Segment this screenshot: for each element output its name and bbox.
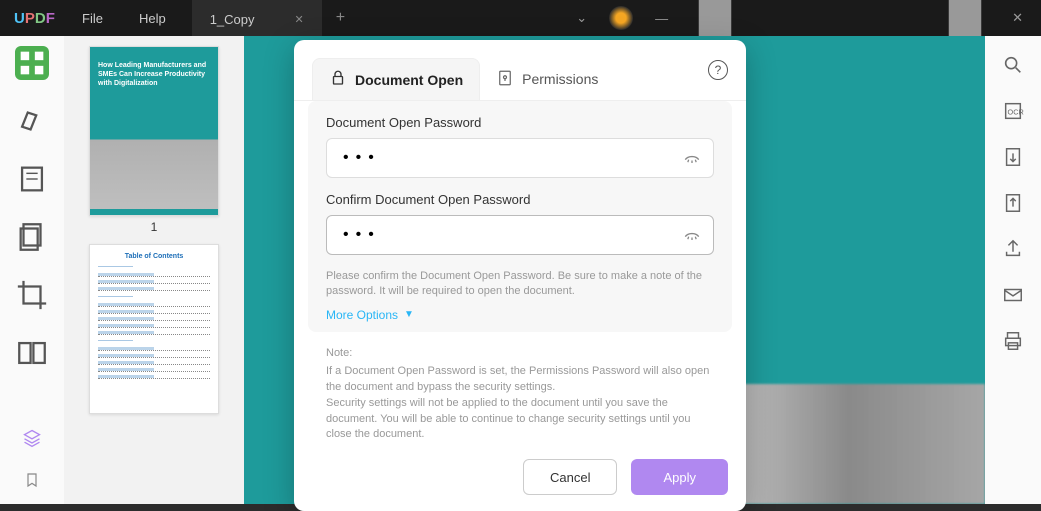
tab-permissions[interactable]: Permissions xyxy=(480,59,614,100)
document-tab[interactable]: 1_Copy ✕ xyxy=(192,0,322,36)
chevron-down-icon: ▼ xyxy=(404,309,414,320)
crop-tool[interactable] xyxy=(15,278,49,312)
more-options-link[interactable]: More Options ▼ xyxy=(326,308,714,322)
thumbnail-page-2[interactable]: Table of Contents ——————— ——————— ——————… xyxy=(78,244,230,414)
password-input[interactable] xyxy=(326,138,714,178)
help-icon[interactable]: ? xyxy=(708,60,728,80)
premium-icon[interactable] xyxy=(609,6,633,30)
menu-file[interactable]: File xyxy=(64,0,121,36)
toc-title: Table of Contents xyxy=(98,253,210,260)
ocr-icon[interactable]: OCR xyxy=(1002,100,1024,122)
lock-icon xyxy=(329,69,347,90)
close-tab-icon[interactable]: ✕ xyxy=(295,13,304,26)
email-icon[interactable] xyxy=(1002,284,1024,306)
text-tool[interactable] xyxy=(15,162,49,196)
minimize-icon[interactable]: ― xyxy=(655,11,668,26)
modal-body: Document Open Password Confirm Document … xyxy=(308,101,732,332)
password-label: Document Open Password xyxy=(326,115,714,130)
right-toolbar: OCR xyxy=(985,36,1041,504)
svg-text:OCR: OCR xyxy=(1008,108,1024,117)
eye-toggle-confirm-icon[interactable] xyxy=(682,225,702,245)
tab-document-open-label: Document Open xyxy=(355,72,463,88)
confirm-password-label: Confirm Document Open Password xyxy=(326,192,714,207)
left-toolbar-bottom xyxy=(0,428,64,494)
more-options-label: More Options xyxy=(326,308,398,322)
convert-icon[interactable] xyxy=(1002,146,1024,168)
confirm-password-input[interactable] xyxy=(326,215,714,255)
tab-title: 1_Copy xyxy=(210,12,255,27)
password-modal: Document Open Permissions ? Document Ope… xyxy=(294,40,746,511)
print-icon[interactable] xyxy=(1002,330,1024,352)
apply-button[interactable]: Apply xyxy=(631,459,728,495)
layers-icon[interactable] xyxy=(22,428,42,453)
chevron-down-icon[interactable]: ⌄ xyxy=(576,10,587,26)
note-line-2: Security settings will not be applied to… xyxy=(326,396,714,444)
tab-permissions-label: Permissions xyxy=(522,71,598,87)
permissions-icon xyxy=(496,69,514,90)
close-window-icon[interactable]: ✕ xyxy=(1012,10,1023,26)
titlebar: UPDF File Help 1_Copy ✕ + ⌄ ― ✕ xyxy=(0,0,1041,36)
app-logo: UPDF xyxy=(0,10,64,27)
thumbnail-page1-number: 1 xyxy=(151,220,158,234)
highlight-tool[interactable] xyxy=(15,104,49,138)
thumbnail-panel: How Leading Manufacturers and SMEs Can I… xyxy=(64,36,244,504)
password-help-text: Please confirm the Document Open Passwor… xyxy=(326,269,714,300)
note-line-1: If a Document Open Password is set, the … xyxy=(326,364,714,396)
thumbnail-page-1[interactable]: How Leading Manufacturers and SMEs Can I… xyxy=(78,46,230,234)
cancel-button[interactable]: Cancel xyxy=(523,459,617,495)
export-icon[interactable] xyxy=(1002,192,1024,214)
menu-help[interactable]: Help xyxy=(121,0,184,36)
thumbnails-tool[interactable] xyxy=(15,46,49,80)
search-icon[interactable] xyxy=(1002,54,1024,76)
modal-actions: Cancel Apply xyxy=(294,453,746,497)
thumbnail-page1-title: How Leading Manufacturers and SMEs Can I… xyxy=(98,61,212,88)
share-icon[interactable] xyxy=(1002,238,1024,260)
new-tab-button[interactable]: + xyxy=(322,0,359,36)
compare-tool[interactable] xyxy=(15,336,49,370)
modal-tabs: Document Open Permissions ? xyxy=(294,50,746,101)
page-tool[interactable] xyxy=(15,220,49,254)
eye-toggle-icon[interactable] xyxy=(682,148,702,168)
note-section: Note: If a Document Open Password is set… xyxy=(294,342,746,454)
bookmark-icon[interactable] xyxy=(24,471,40,494)
note-heading: Note: xyxy=(326,346,714,362)
tab-document-open[interactable]: Document Open xyxy=(312,58,480,100)
